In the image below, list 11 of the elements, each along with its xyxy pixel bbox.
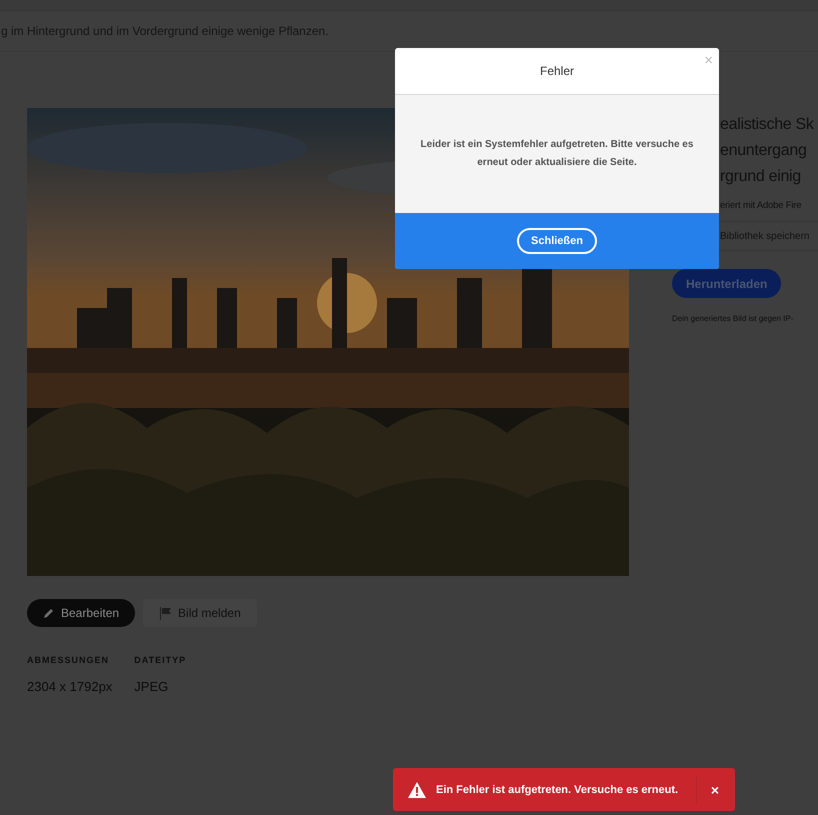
error-message: Leider ist ein Systemfehler aufgetreten. Bitte versuche es erneut oder aktualisiere die Seite. <box>420 138 694 170</box>
edit-button[interactable]: Bearbeiten <box>27 599 136 627</box>
dialog-title: Fehler <box>540 64 574 78</box>
download-button[interactable]: Herunterladen <box>672 269 782 298</box>
toast-message: Ein Fehler ist aufgetreten. Versuche es erneut. <box>436 784 678 796</box>
pencil-icon <box>43 607 55 619</box>
warning-icon <box>408 782 426 798</box>
close-button[interactable]: × <box>704 52 713 69</box>
close-dialog-button[interactable]: Schließen <box>517 228 597 254</box>
close-button[interactable]: × <box>710 782 719 798</box>
flag-icon <box>159 606 172 620</box>
